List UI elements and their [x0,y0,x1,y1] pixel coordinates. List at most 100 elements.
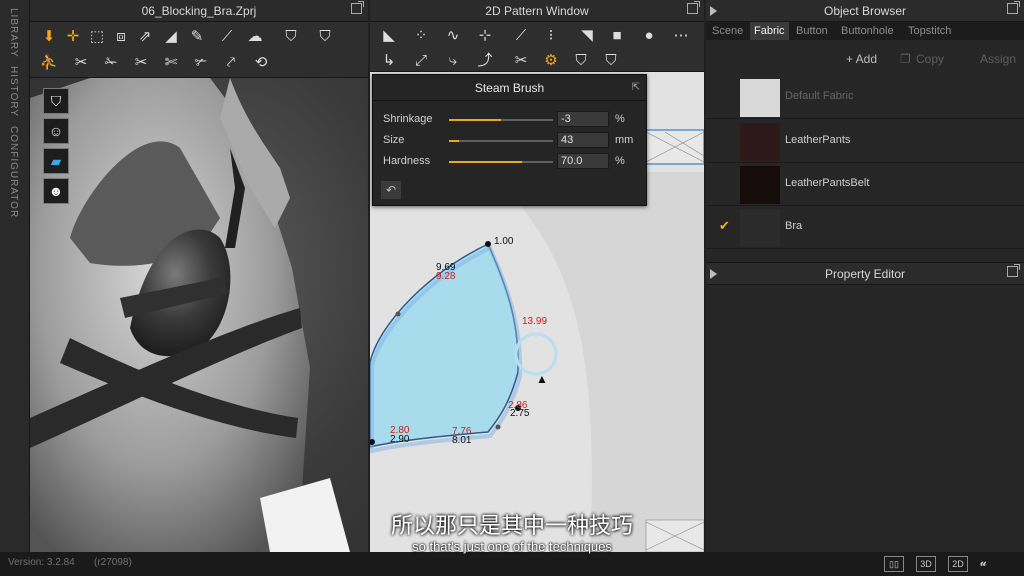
split-view-button[interactable]: ▯▯ [884,556,904,572]
hardness-label: Hardness [383,155,431,167]
view-2d-button[interactable]: 2D [948,556,968,572]
shrinkage-input[interactable] [557,111,609,127]
dart-icon[interactable]: ⁝ [540,25,562,47]
scissor-icon[interactable]: ✄ [160,52,182,74]
2d-window-title-bar: 2D Pattern Window [370,0,704,22]
more-tools-icon[interactable]: ⋯ [670,25,692,47]
polygon-icon[interactable]: ◥ [576,25,598,47]
tack-icon[interactable]: ◢ [160,26,182,48]
add-button[interactable]: + Add [846,50,877,68]
sewing-icon[interactable]: ✂ [510,50,532,72]
object-browser-title: Object Browser [823,4,907,18]
seam-icon[interactable]: ✂ [130,52,152,74]
cursor-icon: ▲ [536,372,548,386]
size-slider[interactable] [449,140,553,142]
tab-buttonhole[interactable]: Buttonhole [837,22,898,40]
build-text: (r27098) [94,557,132,568]
collapse-arrow-icon[interactable] [710,6,717,16]
object-browser: Object Browser Scene Fabric Button Butto… [706,0,1024,262]
fabric-name: LeatherPantsBelt [785,177,870,189]
size-row: Size mm [373,130,646,151]
fold-arrange-icon[interactable]: ⤴ [474,50,496,72]
circle-icon[interactable]: ● [638,25,660,47]
seam-line-icon[interactable]: ⤢ [410,50,432,72]
collapse-arrow-icon[interactable] [710,269,717,279]
box-select-icon[interactable]: ⬚ [86,26,108,48]
fabric-action-bar: + Add ❐ Copy Assign [706,46,1024,72]
steam-iron-icon[interactable]: ⚙ [540,50,562,72]
history-tab[interactable]: HISTORY [8,66,19,117]
symmetric-icon[interactable]: ⛉ [600,50,622,72]
tape-icon[interactable]: ✃ [190,52,212,74]
3d-toolbar: ⬇ ✛ ⬚ ⧈ ⇗ ◢ ✎ ⟋ ☁ ⛉ ⛉ ⛹ ✂ ✁ ✂ ✄ ✃ ⤤ ⟲ [30,22,368,78]
undo-button[interactable]: ↶ [381,181,401,199]
3d-viewport[interactable]: ⛉ ☺ ▰ ☻ [30,78,368,552]
shrinkage-unit: % [615,113,625,125]
pattern-label-1: 1.00 [494,236,514,247]
avatar-display-icon[interactable]: ☺ [43,118,69,144]
popout-icon[interactable] [687,1,700,14]
size-label: Size [383,134,405,146]
library-tab[interactable]: LIBRARY [8,8,19,58]
copy-button[interactable]: Copy [916,50,944,68]
pattern-label-6: 2.90 [390,434,410,445]
brush-icon[interactable]: ⟋ [216,26,238,48]
steam-brush-panel: Steam Brush ⇱ Shrinkage % Size mm Hardne… [372,74,647,206]
garment-icon[interactable]: ⛉ [314,26,336,48]
sew-icon[interactable]: ✂ [70,52,92,74]
trace-icon[interactable]: ↳ [378,50,400,72]
tab-topstitch[interactable]: Topstitch [904,22,955,40]
shrinkage-slider[interactable] [449,119,553,121]
fabric-item-leatherpantsbelt[interactable]: LeatherPantsBelt [706,163,1024,206]
tab-fabric[interactable]: Fabric [750,22,789,40]
rectangle-icon[interactable]: ■ [606,25,628,47]
fabric-name: LeatherPants [785,134,851,146]
3d-window-title: 06_Blocking_Bra.Zprj [141,4,257,18]
pattern-label-8: 8.01 [452,435,472,446]
viewport-icons: ⛉ ☺ ▰ ☻ [43,88,69,208]
edit-pattern-icon[interactable]: ◣ [378,25,400,47]
transform-icon[interactable]: ⧈ [110,26,132,48]
shrinkage-row: Shrinkage % [373,109,646,130]
fabric-swatch [740,166,780,204]
tab-scene[interactable]: Scene [708,22,747,40]
fabric-name: Default Fabric [785,90,854,102]
copy-icon[interactable]: ❐ [900,50,911,68]
internal-line-icon[interactable]: ⟋ [510,25,532,47]
steam-icon[interactable]: ☁ [244,26,266,48]
view-3d-button[interactable]: 3D [916,556,936,572]
hardness-unit: % [615,155,625,167]
fabric-item-default[interactable]: Default Fabric [706,76,1024,119]
add-point-icon[interactable]: ⊹ [474,25,496,47]
arrange-icon[interactable]: ⟲ [250,52,272,74]
size-input[interactable] [557,132,609,148]
move-icon[interactable]: ⬇ [38,26,60,48]
shirt-icon[interactable]: ⛉ [280,26,302,48]
popout-icon[interactable] [1007,264,1020,277]
assign-button[interactable]: Assign [980,50,1016,68]
garment-display-icon[interactable]: ⛉ [43,88,69,114]
fabric-item-bra[interactable]: ✔ Bra [706,206,1024,249]
fold-icon[interactable]: ⇗ [134,26,156,48]
cut-icon[interactable]: ✁ [100,52,122,74]
pin-icon[interactable]: ✎ [186,26,208,48]
collapse-icon[interactable]: ⇱ [632,75,640,101]
popout-icon[interactable] [351,1,364,14]
edit-point-icon[interactable]: ⁘ [410,25,432,47]
fabric-render-icon[interactable]: ▰ [43,148,69,174]
gizmo-icon[interactable]: ✛ [62,26,84,48]
configurator-tab[interactable]: CONFIGURATOR [8,126,19,218]
avatar-silhouette-icon[interactable]: ☻ [43,178,69,204]
tab-button[interactable]: Button [792,22,832,40]
elastic-icon[interactable]: ⤷ [442,50,464,72]
hardness-slider[interactable] [449,161,553,163]
curve-icon[interactable]: ∿ [442,25,464,47]
tack-tool-icon[interactable]: ⛉ [570,50,592,72]
popout-icon[interactable] [1007,1,1020,14]
fabric-item-leatherpants[interactable]: LeatherPants [706,120,1024,163]
subtitle-chinese: 所以那只是其中一种技巧 [390,514,633,539]
steam-brush-header: Steam Brush ⇱ [373,75,646,101]
tuck-icon[interactable]: ⤤ [220,52,242,74]
hardness-input[interactable] [557,153,609,169]
walk-icon[interactable]: ⛹ [38,52,60,74]
